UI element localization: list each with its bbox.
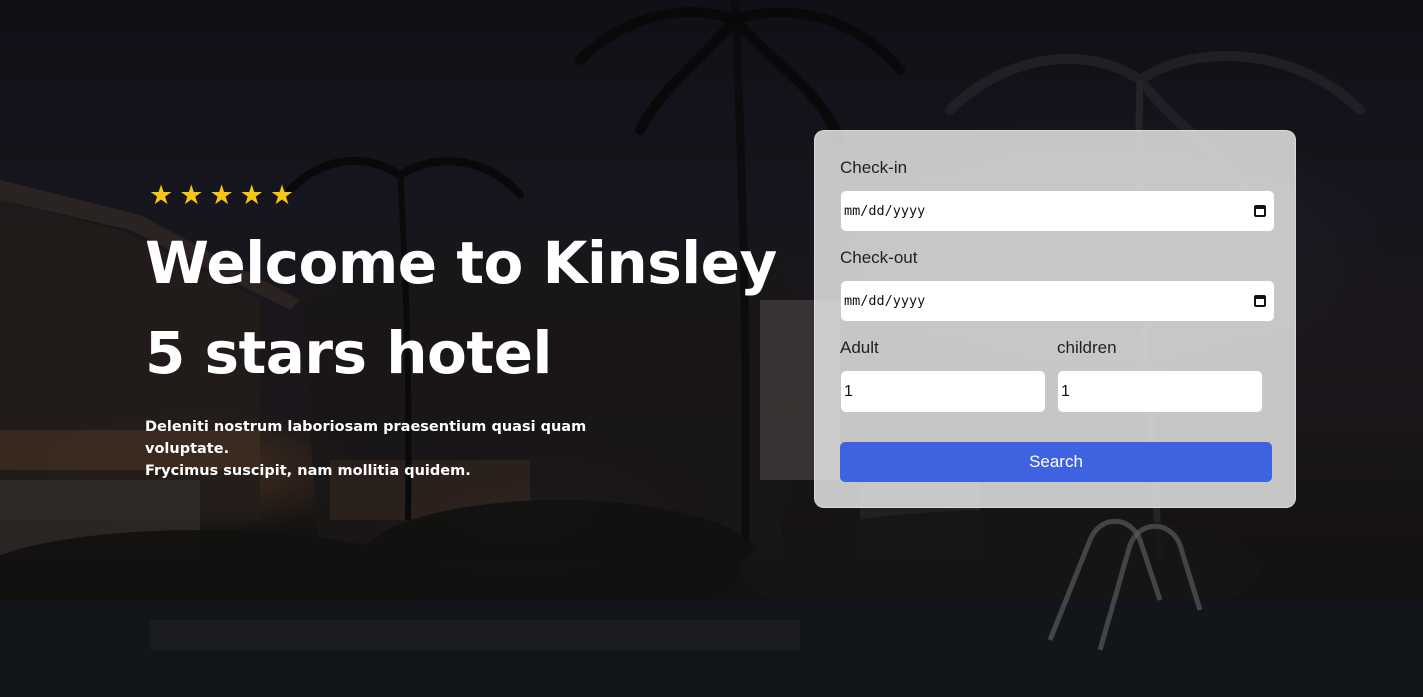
adult-count-input[interactable]: 1 xyxy=(840,370,1046,413)
checkin-group: Check-in mm/dd/yyyy xyxy=(840,157,1275,232)
star-icon: ★ xyxy=(209,180,234,210)
star-icon: ★ xyxy=(239,180,264,210)
hero-title: Welcome to Kinsley 5 stars hotel xyxy=(145,218,795,398)
booking-form: Check-in mm/dd/yyyy Check-out mm/dd/yyyy… xyxy=(814,130,1296,508)
checkout-date-input[interactable]: mm/dd/yyyy xyxy=(840,280,1275,322)
children-count-input[interactable]: 1 xyxy=(1057,370,1263,413)
calendar-icon[interactable] xyxy=(1254,295,1266,307)
hero-title-line-1: Welcome to Kinsley xyxy=(145,229,777,297)
star-icon: ★ xyxy=(149,180,174,210)
children-label: children xyxy=(1057,338,1117,357)
calendar-icon[interactable] xyxy=(1254,205,1266,217)
rating-stars: ★ ★ ★ ★ ★ xyxy=(149,180,795,210)
hero-subtitle-line-1: Deleniti nostrum laboriosam praesentium … xyxy=(145,419,587,457)
hero-section: ★ ★ ★ ★ ★ Welcome to Kinsley 5 stars hot… xyxy=(0,0,1423,697)
children-count-value: 1 xyxy=(1061,382,1070,400)
hero-subtitle-line-2: Frycimus suscipit, nam mollitia quidem. xyxy=(145,463,471,479)
checkout-date-value: mm/dd/yyyy xyxy=(844,293,926,309)
hero-title-line-2: 5 stars hotel xyxy=(145,319,552,387)
hero-intro: ★ ★ ★ ★ ★ Welcome to Kinsley 5 stars hot… xyxy=(145,180,795,482)
search-button[interactable]: Search xyxy=(840,442,1272,482)
checkin-label: Check-in xyxy=(840,158,908,177)
star-icon: ★ xyxy=(179,180,204,210)
checkin-date-value: mm/dd/yyyy xyxy=(844,203,926,219)
adult-count-value: 1 xyxy=(844,382,853,400)
star-icon: ★ xyxy=(269,180,295,210)
guests-row: Adult 1 children 1 xyxy=(840,337,1271,413)
checkout-label: Check-out xyxy=(840,248,918,267)
checkin-date-input[interactable]: mm/dd/yyyy xyxy=(840,190,1275,232)
adult-group: Adult 1 xyxy=(840,337,1046,413)
adult-label: Adult xyxy=(840,338,879,357)
hero-subtitle: Deleniti nostrum laboriosam praesentium … xyxy=(145,416,645,482)
children-group: children 1 xyxy=(1057,337,1263,413)
checkout-group: Check-out mm/dd/yyyy xyxy=(840,247,1275,322)
